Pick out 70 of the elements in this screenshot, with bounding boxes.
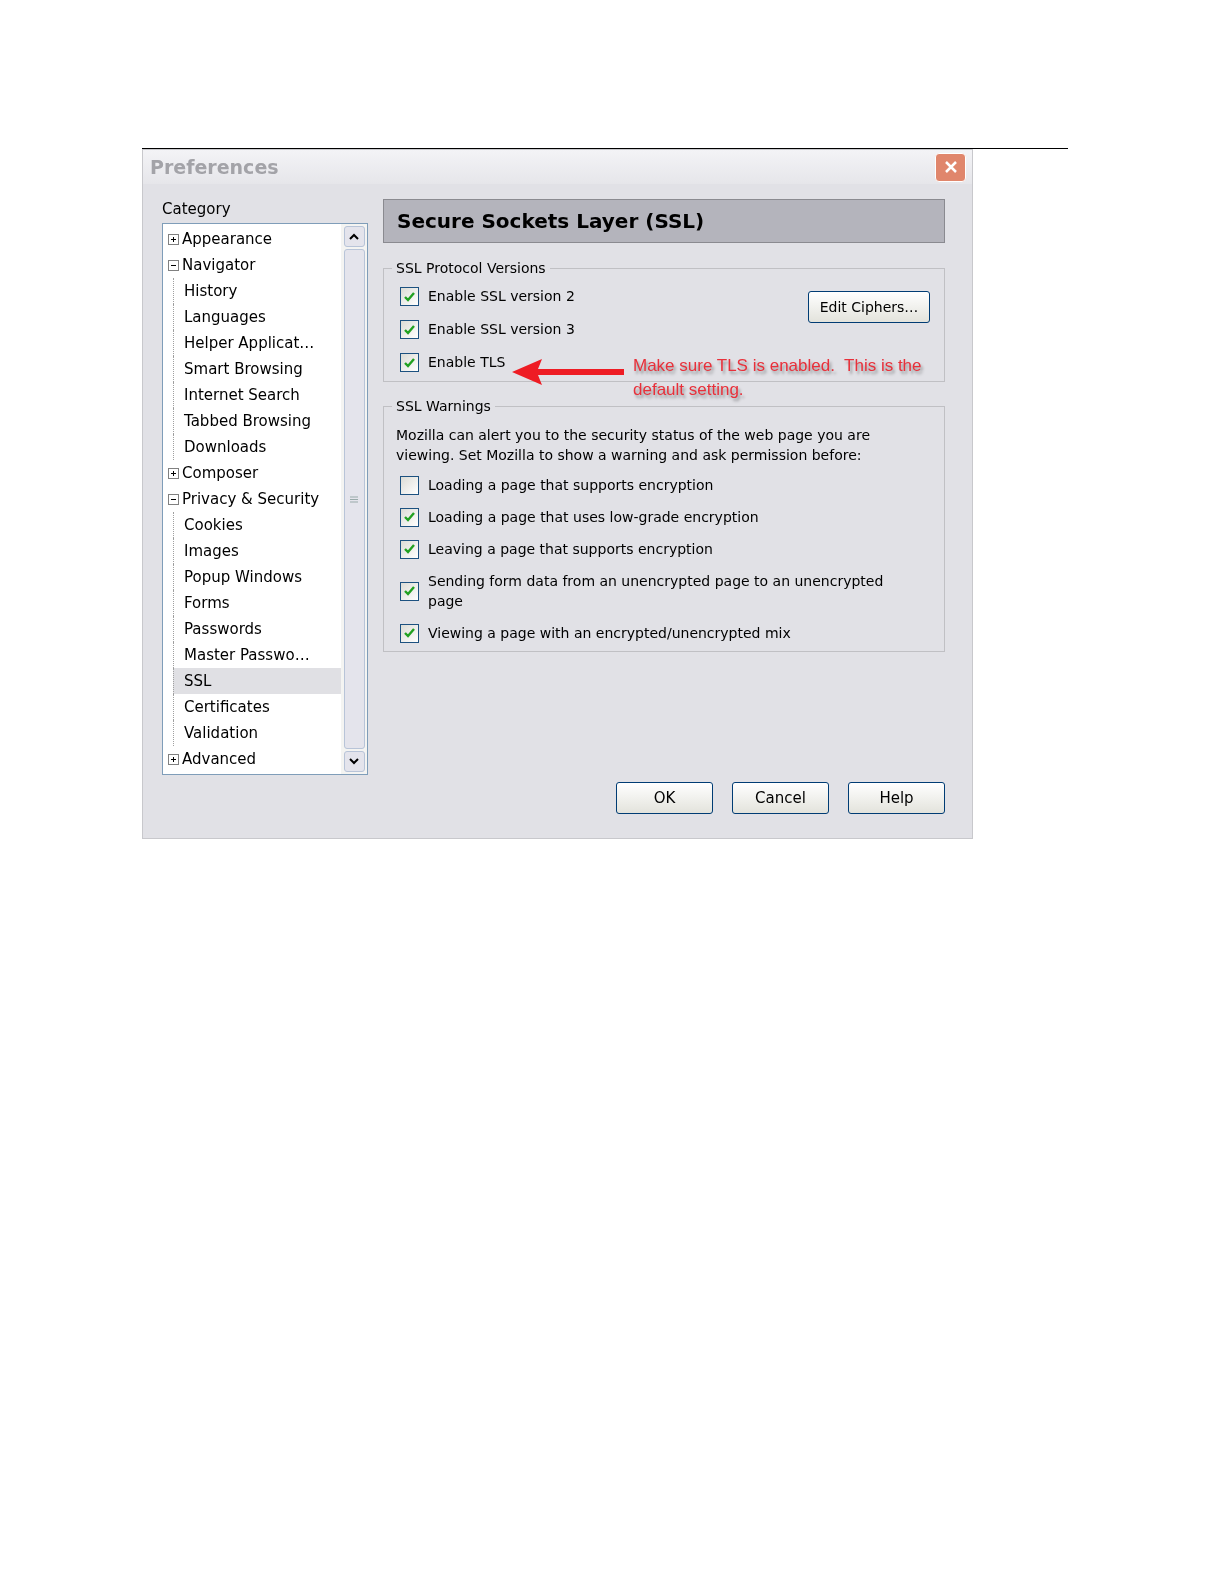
checkbox[interactable] xyxy=(400,287,419,306)
tree-item[interactable]: Forms xyxy=(184,591,230,615)
tree-item[interactable]: Tabbed Browsing xyxy=(184,409,312,433)
option-label: Enable SSL version 2 xyxy=(428,287,575,306)
option-label: Enable TLS xyxy=(428,353,506,372)
tree-item[interactable]: Composer xyxy=(182,461,259,485)
close-button[interactable] xyxy=(935,152,966,182)
tree-item[interactable]: Helper Applicat… xyxy=(184,331,315,355)
scroll-up-button[interactable] xyxy=(343,226,365,247)
tree-item[interactable]: Appearance xyxy=(182,227,273,251)
check-icon xyxy=(404,512,415,522)
scroll-thumb[interactable] xyxy=(343,249,365,749)
close-icon xyxy=(943,160,958,174)
description-text: Mozilla can alert you to the security status of the web page you are viewing. Set Mozilla to show a warning and ask permission before: xyxy=(396,426,871,465)
group-legend: SSL Protocol Versions xyxy=(392,258,550,279)
window-title: Preferences xyxy=(150,154,279,180)
scrollbar[interactable] xyxy=(341,224,367,774)
tree-item[interactable]: Languages xyxy=(184,305,266,329)
tree-item[interactable]: Smart Browsing xyxy=(184,357,303,381)
category-label: Category xyxy=(162,199,232,220)
chevron-down-icon xyxy=(349,758,359,765)
chevron-up-icon xyxy=(349,233,359,240)
tree-item[interactable]: Certificates xyxy=(184,695,270,719)
checkbox[interactable] xyxy=(400,475,419,495)
arrow-icon xyxy=(512,358,624,386)
check-icon xyxy=(404,324,415,335)
tree-item[interactable]: Downloads xyxy=(184,435,267,459)
check-icon xyxy=(404,586,415,596)
tree-item[interactable]: Navigator xyxy=(182,253,256,277)
tree-item[interactable]: History xyxy=(184,279,238,303)
grip-icon xyxy=(350,495,358,503)
expand-icon[interactable] xyxy=(168,753,179,765)
tree-item[interactable]: Privacy & Security xyxy=(182,487,320,511)
option-label: Leaving a page that supports encryption xyxy=(428,540,713,559)
checkbox[interactable] xyxy=(400,581,419,601)
edit-ciphers-button[interactable]: Edit Ciphers… xyxy=(808,291,930,323)
annotation-text: Make sure TLS is enabled. This is the default setting. xyxy=(633,355,923,401)
checkbox[interactable] xyxy=(400,539,419,559)
check-icon xyxy=(404,544,415,554)
collapse-icon[interactable] xyxy=(168,259,179,271)
dialog-button[interactable]: Help xyxy=(848,782,945,814)
option-label: Loading a page that supports encryption xyxy=(428,476,714,495)
option-label: Sending form data from an unencrypted page to an unencrypted page xyxy=(428,572,885,611)
collapse-icon[interactable] xyxy=(168,493,179,505)
tree-item[interactable]: Passwords xyxy=(184,617,262,641)
tree-item[interactable]: Validation xyxy=(184,721,259,745)
tree-item[interactable]: Internet Search xyxy=(184,383,300,407)
option-label: Enable SSL version 3 xyxy=(428,320,575,339)
checkbox[interactable] xyxy=(400,507,419,527)
option-label: Loading a page that uses low-grade encryption xyxy=(428,508,759,527)
panel-title: Secure Sockets Layer (SSL) xyxy=(397,208,705,235)
check-icon xyxy=(404,628,415,638)
tree-item[interactable]: Master Passwo… xyxy=(184,643,310,667)
expand-icon[interactable] xyxy=(168,233,179,245)
scroll-down-button[interactable] xyxy=(343,751,365,772)
tree-item[interactable]: Popup Windows xyxy=(184,565,302,589)
tree-item[interactable]: Cookies xyxy=(184,513,243,537)
dialog-button[interactable]: Cancel xyxy=(732,782,829,814)
check-icon xyxy=(404,291,415,302)
checkbox[interactable] xyxy=(400,353,419,372)
checkbox[interactable] xyxy=(400,320,419,339)
group-legend: SSL Warnings xyxy=(392,396,495,417)
tree-item[interactable]: SSL xyxy=(184,669,212,693)
expand-icon[interactable] xyxy=(168,467,179,479)
option-label: Viewing a page with an encrypted/unencrypted mix xyxy=(428,624,791,643)
tree-item[interactable]: Advanced xyxy=(182,747,257,771)
tree-item[interactable]: Images xyxy=(184,539,239,563)
check-icon xyxy=(404,357,415,368)
dialog-button[interactable]: OK xyxy=(616,782,713,814)
checkbox[interactable] xyxy=(400,623,419,643)
